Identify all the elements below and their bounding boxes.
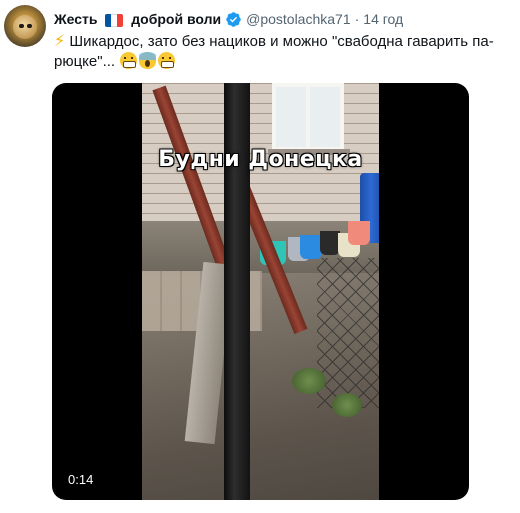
author-avatar[interactable] bbox=[4, 5, 46, 47]
bucket-blue bbox=[300, 235, 322, 259]
metal-post bbox=[224, 83, 250, 500]
high-voltage-icon: ⚡ bbox=[54, 33, 66, 50]
verified-badge-icon bbox=[225, 11, 242, 28]
video-frame: Будни Донецка bbox=[142, 83, 379, 500]
video-duration: 0:14 bbox=[68, 472, 94, 487]
tweet-time[interactable]: 14 год bbox=[363, 11, 403, 27]
author-name[interactable]: Жесть доброй воли bbox=[54, 11, 221, 27]
house-window bbox=[272, 83, 344, 151]
separator-dot: · bbox=[354, 11, 360, 27]
avatar-eye-right bbox=[27, 24, 32, 28]
grimacing-face-icon bbox=[120, 52, 138, 69]
bucket-pink bbox=[348, 221, 370, 245]
tweet-text-body: Шикардос, зато без нациков и можно "сваб… bbox=[54, 33, 494, 70]
bucket-black bbox=[320, 231, 340, 255]
video-caption: Будни Донецка bbox=[158, 147, 363, 172]
tweet-header: Жесть доброй воли @postolachka71 · 14 го… bbox=[54, 9, 403, 29]
plant bbox=[332, 393, 362, 417]
tweet-text: ⚡ Шикардос, зато без нациков и можно "св… bbox=[54, 32, 514, 72]
screaming-face-icon bbox=[139, 52, 157, 69]
plant bbox=[292, 368, 326, 394]
author-name-part2[interactable]: доброй воли bbox=[131, 11, 221, 27]
france-flag-icon bbox=[105, 13, 124, 27]
tweet[interactable]: Жесть доброй воли @postolachka71 · 14 го… bbox=[0, 0, 520, 513]
garden-mesh bbox=[317, 258, 379, 408]
video-player[interactable]: Будни Донецка 0:14 bbox=[52, 83, 469, 500]
avatar-eye-left bbox=[19, 24, 24, 28]
grimacing-face-icon bbox=[158, 52, 176, 69]
author-name-part1[interactable]: Жесть bbox=[54, 11, 98, 27]
avatar-face bbox=[13, 15, 37, 39]
author-handle[interactable]: @postolachka71 bbox=[246, 11, 351, 27]
